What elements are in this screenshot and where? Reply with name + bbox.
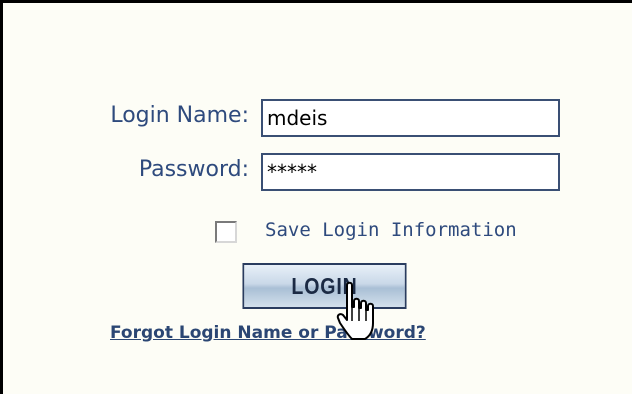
password-input[interactable]: ***** [261,153,560,191]
forgot-login-link[interactable]: Forgot Login Name or Password? [110,323,426,343]
login-name-label: Login Name: [110,103,249,128]
login-button[interactable]: LOGIN [242,263,407,309]
save-login-label[interactable]: Save Login Information [265,219,517,241]
save-login-checkbox[interactable] [215,221,237,243]
hand-pointer-icon [336,281,374,340]
login-name-input[interactable]: mdeis [261,99,560,137]
login-panel: Login Name: mdeis Password: ***** Save L… [0,0,632,394]
password-label: Password: [138,157,249,182]
